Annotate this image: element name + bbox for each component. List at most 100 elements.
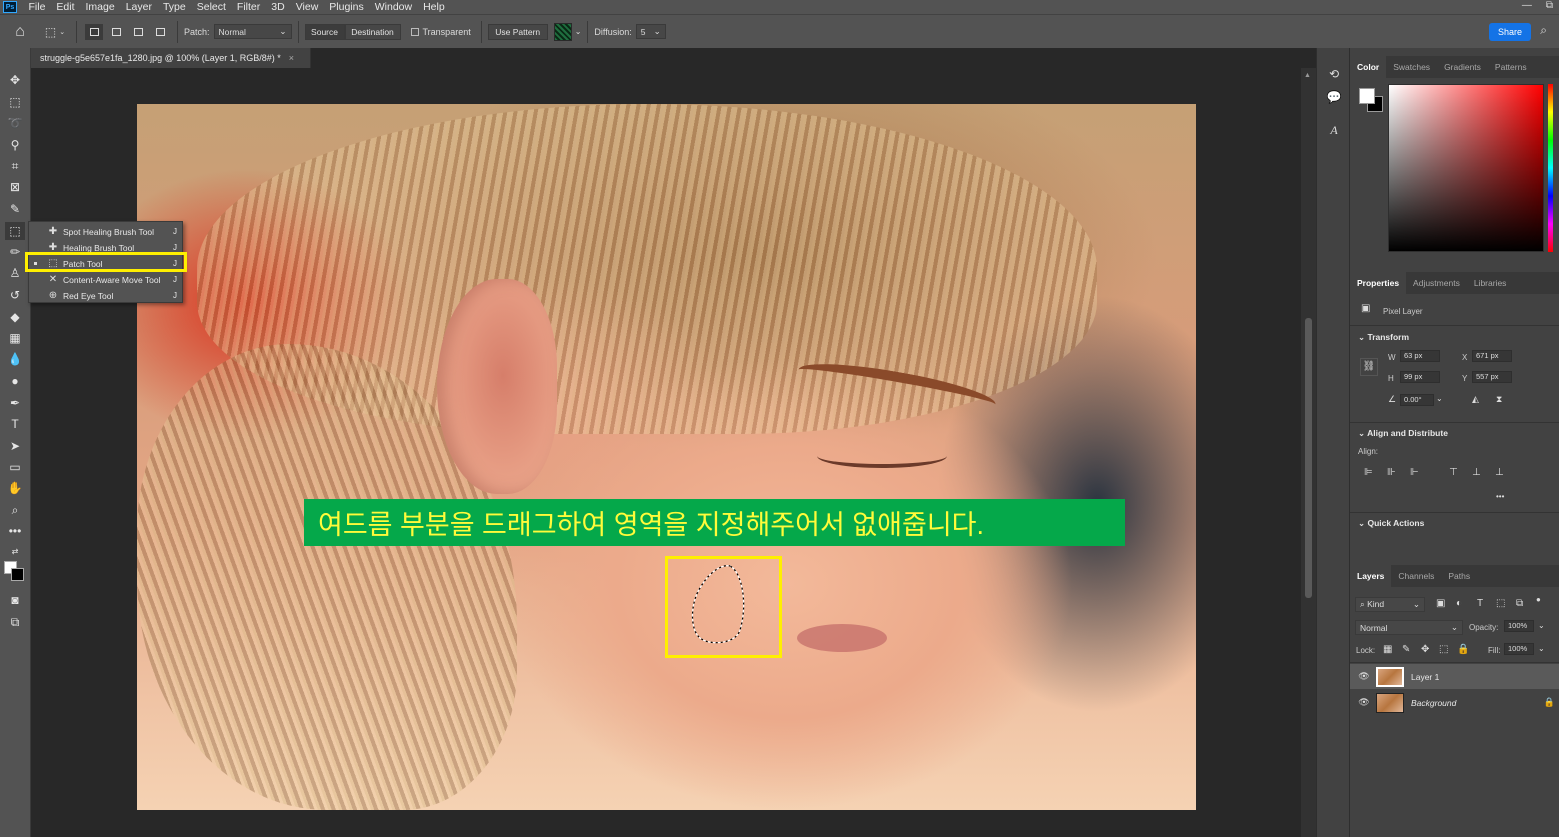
filter-shape-icon[interactable]: ⬚ bbox=[1496, 598, 1505, 609]
rectangle-tool-icon[interactable]: ▭ bbox=[5, 458, 25, 476]
patch-selection-marquee[interactable] bbox=[690, 564, 746, 646]
menu-layer[interactable]: Layer bbox=[120, 0, 157, 14]
lasso-tool-icon[interactable]: ➰ bbox=[5, 114, 25, 132]
hue-slider[interactable] bbox=[1548, 84, 1553, 252]
destination-button[interactable]: Destination bbox=[344, 23, 401, 40]
history-brush-tool-icon[interactable]: ↺ bbox=[5, 286, 25, 304]
frame-tool-icon[interactable]: ⊠ bbox=[5, 178, 25, 196]
link-icon[interactable]: ⛓ bbox=[1360, 358, 1378, 376]
angle-field[interactable]: 0.00° bbox=[1400, 394, 1434, 406]
comments-panel-icon[interactable]: 💬 bbox=[1326, 89, 1342, 105]
minimize-icon[interactable]: — bbox=[1522, 0, 1532, 11]
lock-all-icon[interactable]: 🔒 bbox=[1457, 644, 1469, 655]
tab-swatches[interactable]: Swatches bbox=[1386, 56, 1437, 78]
transparent-checkbox[interactable] bbox=[410, 27, 419, 36]
flyout-item-content-aware-move[interactable]: ✕ Content-Aware Move Tool J bbox=[29, 272, 184, 287]
pen-tool-icon[interactable]: ✒ bbox=[5, 394, 25, 412]
magic-wand-tool-icon[interactable]: ⚲ bbox=[5, 136, 25, 154]
lock-artboard-icon[interactable]: ⬚ bbox=[1439, 644, 1448, 655]
color-picker-field[interactable] bbox=[1388, 84, 1544, 252]
history-panel-icon[interactable]: ⟲ bbox=[1326, 66, 1342, 82]
tab-patterns[interactable]: Patterns bbox=[1488, 56, 1534, 78]
flyout-item-red-eye[interactable]: ⊕ Red Eye Tool J bbox=[29, 288, 184, 303]
width-field[interactable]: 63 px bbox=[1400, 350, 1440, 362]
align-section-title[interactable]: ⌄ Align and Distribute bbox=[1358, 428, 1448, 439]
crop-tool-icon[interactable]: ⌗ bbox=[5, 157, 25, 175]
menu-type[interactable]: Type bbox=[157, 0, 191, 14]
home-icon[interactable]: ⌂ bbox=[0, 23, 40, 41]
flip-vertical-icon[interactable]: ⧗ bbox=[1496, 394, 1502, 405]
filter-adjustment-icon[interactable]: ◐ bbox=[1456, 598, 1462, 609]
flyout-item-spot-healing[interactable]: ✚ Spot Healing Brush Tool J bbox=[29, 224, 184, 239]
menu-select[interactable]: Select bbox=[191, 0, 231, 14]
align-middle-vertical-icon[interactable]: ⊥ bbox=[1472, 467, 1481, 478]
brush-tool-icon[interactable]: ✏ bbox=[5, 243, 25, 261]
menu-plugins[interactable]: Plugins bbox=[324, 0, 369, 14]
new-selection-button[interactable] bbox=[85, 23, 103, 40]
lock-image-icon[interactable]: ✎ bbox=[1402, 644, 1410, 655]
patch-tool-preset-icon[interactable]: ⬚ ⌄ bbox=[40, 25, 70, 39]
use-pattern-button[interactable]: Use Pattern bbox=[487, 23, 548, 40]
screen-mode-icon[interactable]: ⧉ bbox=[5, 613, 25, 631]
swap-colors-icon[interactable]: ⇄ bbox=[5, 542, 25, 560]
pattern-swatch[interactable] bbox=[553, 22, 572, 41]
intersect-selection-button[interactable] bbox=[151, 24, 169, 40]
menu-view[interactable]: View bbox=[290, 0, 324, 14]
menu-help[interactable]: Help bbox=[418, 0, 451, 14]
restore-icon[interactable]: ⧉ bbox=[1546, 0, 1553, 11]
quick-mask-icon[interactable]: ◙ bbox=[5, 591, 25, 609]
x-field[interactable]: 671 px bbox=[1472, 350, 1512, 362]
source-button[interactable]: Source bbox=[304, 23, 345, 40]
add-selection-button[interactable] bbox=[107, 24, 125, 40]
chevron-down-icon[interactable]: ⌄ bbox=[575, 27, 582, 36]
layer-row[interactable]: 👁 Background 🔒 bbox=[1350, 690, 1559, 715]
blend-mode-select[interactable]: Normal ⌄ bbox=[1355, 620, 1463, 635]
gradient-tool-icon[interactable]: ▦ bbox=[5, 329, 25, 347]
align-left-icon[interactable]: ⊫ bbox=[1364, 467, 1373, 478]
tab-properties[interactable]: Properties bbox=[1350, 272, 1407, 294]
chevron-down-icon[interactable]: ⌄ bbox=[1436, 394, 1443, 403]
subtract-selection-button[interactable] bbox=[129, 24, 147, 40]
tab-color[interactable]: Color bbox=[1350, 56, 1387, 78]
lock-position-icon[interactable]: ✥ bbox=[1421, 644, 1429, 655]
clone-stamp-tool-icon[interactable]: ♙ bbox=[5, 264, 25, 282]
close-icon[interactable]: × bbox=[289, 53, 294, 63]
filter-pixel-icon[interactable]: ▣ bbox=[1436, 598, 1445, 609]
lock-transparent-icon[interactable]: ▦ bbox=[1383, 644, 1392, 655]
photo-canvas[interactable] bbox=[137, 104, 1196, 810]
dodge-tool-icon[interactable]: ● bbox=[5, 372, 25, 390]
type-tool-icon[interactable]: T bbox=[5, 415, 25, 433]
zoom-tool-icon[interactable]: ⌕ bbox=[5, 501, 25, 519]
quick-actions-section-title[interactable]: ⌄ Quick Actions bbox=[1358, 518, 1424, 529]
blur-tool-icon[interactable]: 💧 bbox=[5, 350, 25, 368]
align-right-icon[interactable]: ⊩ bbox=[1410, 467, 1419, 478]
scrollbar-thumb[interactable] bbox=[1305, 318, 1312, 598]
visibility-eye-icon[interactable]: 👁 bbox=[1358, 697, 1370, 708]
filter-toggle-icon[interactable]: ● bbox=[1536, 595, 1541, 604]
more-tools-icon[interactable]: ••• bbox=[5, 522, 25, 540]
panel-foreground-color[interactable] bbox=[1359, 88, 1375, 104]
search-icon[interactable]: ⌕ bbox=[1540, 23, 1547, 38]
flip-horizontal-icon[interactable]: ◭ bbox=[1472, 394, 1479, 405]
align-bottom-icon[interactable]: ⊥ bbox=[1495, 467, 1504, 478]
diffusion-select[interactable]: 5 ⌄ bbox=[635, 24, 666, 39]
visibility-eye-icon[interactable]: 👁 bbox=[1358, 671, 1370, 682]
menu-file[interactable]: File bbox=[23, 0, 51, 14]
patch-mode-select[interactable]: Normal ⌄ bbox=[213, 24, 292, 39]
eraser-tool-icon[interactable]: ◆ bbox=[5, 308, 25, 326]
tab-layers[interactable]: Layers bbox=[1350, 565, 1392, 587]
tab-gradients[interactable]: Gradients bbox=[1437, 56, 1488, 78]
menu-window[interactable]: Window bbox=[369, 0, 417, 14]
filter-smart-object-icon[interactable]: ⧉ bbox=[1516, 598, 1523, 609]
tab-adjustments[interactable]: Adjustments bbox=[1406, 272, 1467, 294]
move-tool-icon[interactable]: ✥ bbox=[5, 71, 25, 89]
menu-edit[interactable]: Edit bbox=[51, 0, 80, 14]
opacity-field[interactable]: 100% bbox=[1504, 620, 1534, 632]
path-selection-tool-icon[interactable]: ➤ bbox=[5, 437, 25, 455]
y-field[interactable]: 557 px bbox=[1472, 371, 1512, 383]
tab-channels[interactable]: Channels bbox=[1391, 565, 1441, 587]
character-panel-icon[interactable]: A bbox=[1326, 122, 1342, 138]
menu-filter[interactable]: Filter bbox=[231, 0, 265, 14]
transform-section-title[interactable]: ⌄ Transform bbox=[1358, 332, 1409, 343]
tab-libraries[interactable]: Libraries bbox=[1467, 272, 1514, 294]
